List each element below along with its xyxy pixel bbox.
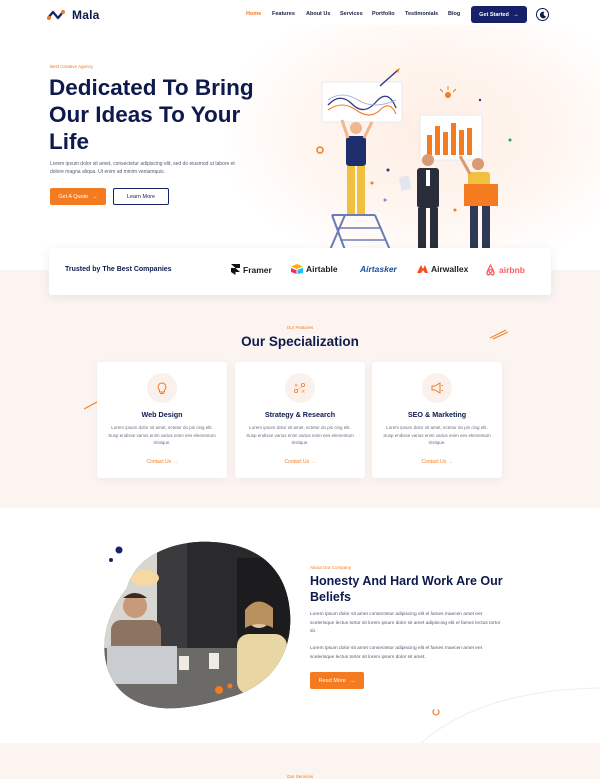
hero-illustration bbox=[316, 68, 512, 250]
card-description: Lorem ipsum dolor sit amet, ectetur do p… bbox=[108, 425, 216, 445]
about-paragraph-1: Lorem ipsum dolor sit amet consectetur a… bbox=[310, 612, 501, 634]
nav-features[interactable]: Features bbox=[272, 11, 306, 17]
nav-about[interactable]: About Us bbox=[306, 11, 340, 17]
arrow-right-icon: → bbox=[512, 11, 519, 18]
nav-portfolio[interactable]: Portfolio bbox=[372, 11, 405, 17]
decorative-lines-icon bbox=[490, 329, 508, 340]
svg-text:×: × bbox=[301, 389, 305, 394]
brand-airtable: Airtable bbox=[291, 264, 338, 274]
arrow-right-icon: → bbox=[349, 677, 356, 684]
trusted-companies-card: Trusted by The Best Companies Framer Air… bbox=[49, 248, 551, 295]
logo-text: Mala bbox=[72, 8, 100, 22]
feature-card-seo: SEO & Marketing Lorem ipsum dolor sit am… bbox=[372, 362, 502, 478]
arrow-right-icon: → bbox=[310, 459, 316, 465]
about-paragraph-2: Lorem ipsum dolor sit amet consectetur a… bbox=[310, 646, 482, 660]
brand-framer: Framer bbox=[231, 264, 272, 275]
arrow-right-icon: → bbox=[172, 459, 178, 465]
brand-airtable-label: Airtable bbox=[306, 264, 338, 274]
card-title: Web Design bbox=[141, 410, 183, 419]
logo-icon bbox=[46, 10, 65, 20]
nav-testimonials[interactable]: Testimonials bbox=[405, 11, 448, 17]
features-tagline: Our Features bbox=[286, 325, 314, 330]
card-title: Strategy & Research bbox=[264, 410, 336, 419]
feature-card-web-design: Web Design Lorem ipsum dolor sit amet, e… bbox=[97, 362, 227, 478]
site-logo[interactable]: Mala bbox=[46, 8, 99, 22]
contact-us-link[interactable]: Contact Us → bbox=[372, 459, 502, 465]
hero-title: Dedicated To Bring Our Ideas To Your Lif… bbox=[49, 75, 254, 154]
trusted-title: Trusted by The Best Companies bbox=[65, 266, 172, 273]
feature-card-strategy: × × Strategy & Research Lorem ipsum dolor… bbox=[235, 362, 365, 478]
card-description: Lorem ipsum dolor sit amet, ectetur do p… bbox=[383, 425, 491, 445]
nav-services[interactable]: Services bbox=[340, 11, 372, 17]
brand-airwallex-label: Airwallex bbox=[431, 264, 469, 274]
about-tagline: About Our Company bbox=[310, 565, 352, 570]
get-a-quote-button[interactable]: Get A Quote → bbox=[50, 188, 106, 205]
arrow-right-icon: → bbox=[447, 459, 453, 465]
about-team-photo bbox=[104, 541, 291, 709]
arrow-right-icon: → bbox=[92, 193, 98, 200]
megaphone-icon bbox=[422, 373, 452, 403]
read-more-button[interactable]: Read More → bbox=[310, 672, 364, 689]
decorative-curve bbox=[420, 687, 600, 744]
airbnb-icon bbox=[486, 264, 495, 276]
hero-description: Lorem ipsum dolor sit amet, consectetur … bbox=[50, 161, 235, 175]
contact-us-label: Contact Us bbox=[146, 459, 172, 465]
contact-us-label: Contact Us bbox=[284, 459, 310, 465]
contact-us-link[interactable]: Contact Us → bbox=[235, 459, 365, 465]
get-a-quote-label: Get A Quote bbox=[58, 193, 89, 200]
card-description: Lorem ipsum dolor sit amet, ectetur do p… bbox=[246, 425, 354, 445]
contact-us-label: Contact Us bbox=[421, 459, 447, 465]
framer-icon bbox=[231, 264, 240, 275]
get-started-label: Get Started bbox=[479, 11, 509, 18]
brand-airbnb-label: airbnb bbox=[499, 265, 525, 275]
learn-more-button[interactable]: Learn More bbox=[113, 188, 169, 205]
features-title: Our Specialization bbox=[241, 334, 359, 349]
learn-more-label: Learn More bbox=[126, 193, 156, 200]
nav-blog[interactable]: Blog bbox=[448, 11, 468, 17]
svg-text:×: × bbox=[294, 383, 298, 389]
theme-toggle-button[interactable] bbox=[536, 8, 549, 21]
lightbulb-icon bbox=[147, 373, 177, 403]
moon-icon bbox=[539, 11, 546, 18]
about-title: Honesty And Hard Work Are Our Beliefs bbox=[310, 574, 503, 604]
services-tagline: Our Services bbox=[286, 774, 313, 779]
airwallex-icon bbox=[417, 265, 428, 273]
main-menu: Home Features About Us Services Portfoli… bbox=[246, 11, 468, 17]
get-started-button[interactable]: Get Started → bbox=[471, 6, 527, 23]
hero-tagline: Best Creative Agency bbox=[50, 64, 94, 69]
airtable-icon bbox=[291, 264, 303, 274]
brand-airwallex: Airwallex bbox=[417, 264, 468, 274]
brand-airbnb: airbnb bbox=[485, 264, 525, 276]
brand-airtasker-label: Airtasker bbox=[360, 264, 397, 274]
nav-home[interactable]: Home bbox=[246, 11, 272, 17]
brand-airtasker: Airtasker bbox=[357, 264, 397, 274]
strategy-icon: × × bbox=[285, 373, 315, 403]
read-more-label: Read More bbox=[318, 677, 346, 684]
brand-framer-label: Framer bbox=[243, 264, 272, 275]
card-title: SEO & Marketing bbox=[407, 410, 467, 419]
contact-us-link[interactable]: Contact Us → bbox=[97, 459, 227, 465]
decorative-line-icon bbox=[84, 401, 98, 410]
